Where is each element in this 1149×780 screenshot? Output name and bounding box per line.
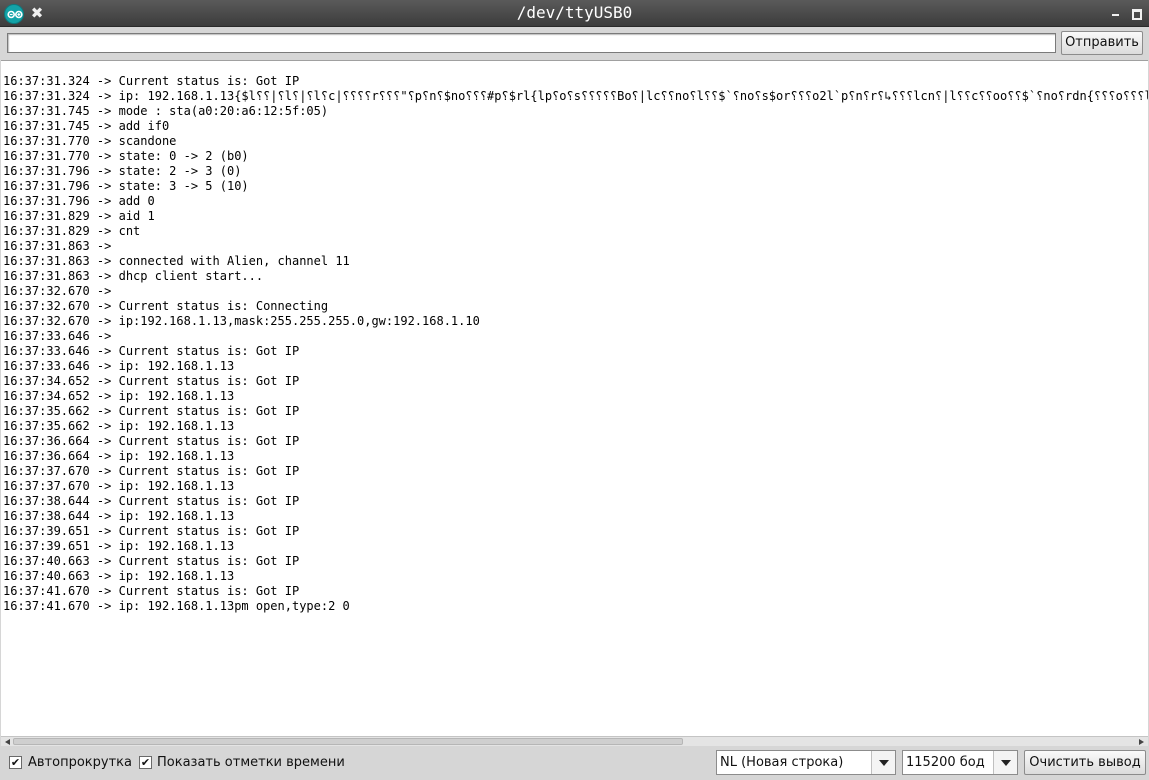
log-line: 16:37:37.670 -> ip: 192.168.1.13 xyxy=(3,479,235,493)
scroll-right-icon[interactable] xyxy=(1136,737,1146,746)
close-icon[interactable]: ✖ xyxy=(29,3,45,23)
log-line: 16:37:31.863 -> dhcp client start... xyxy=(3,269,264,283)
baud-rate-value: 115200 бод xyxy=(906,755,985,770)
log-line: 16:37:39.651 -> Current status is: Got I… xyxy=(3,524,300,538)
log-line: 16:37:31.863 -> connected with Alien, ch… xyxy=(3,254,350,268)
log-line: 16:37:31.324 -> Current status is: Got I… xyxy=(3,74,300,88)
log-line: 16:37:37.670 -> Current status is: Got I… xyxy=(3,464,300,478)
log-line: 16:37:34.652 -> ip: 192.168.1.13 xyxy=(3,389,235,403)
scroll-left-icon[interactable] xyxy=(3,737,13,746)
log-line: 16:37:31.829 -> cnt xyxy=(3,224,141,238)
horizontal-scrollbar[interactable] xyxy=(1,736,1148,746)
autoscroll-checkbox[interactable]: ✔ xyxy=(9,756,22,769)
serial-output[interactable]: 16:37:31.324 -> Current status is: Got I… xyxy=(1,60,1148,736)
log-line: 16:37:40.663 -> Current status is: Got I… xyxy=(3,554,300,568)
maximize-icon[interactable] xyxy=(1130,7,1142,20)
timestamps-label[interactable]: Показать отметки времени xyxy=(157,754,345,771)
line-ending-select[interactable]: NL (Новая строка) xyxy=(716,750,896,775)
log-line: 16:37:32.670 -> ip:192.168.1.13,mask:255… xyxy=(3,314,480,328)
line-ending-value: NL (Новая строка) xyxy=(720,755,844,770)
timestamps-checkbox[interactable]: ✔ xyxy=(139,756,152,769)
title-bar: ✖ /dev/ttyUSB0 xyxy=(0,0,1149,27)
log-line: 16:37:36.664 -> ip: 192.168.1.13 xyxy=(3,449,235,463)
bottom-toolbar: ✔ Автопрокрутка ✔ Показать отметки време… xyxy=(0,747,1149,780)
log-line: 16:37:38.644 -> Current status is: Got I… xyxy=(3,494,300,508)
send-button[interactable]: Отправить xyxy=(1061,31,1143,55)
log-line: 16:37:31.829 -> aid 1 xyxy=(3,209,155,223)
log-line: 16:37:31.745 -> add if0 xyxy=(3,119,170,133)
log-line: 16:37:39.651 -> ip: 192.168.1.13 xyxy=(3,539,235,553)
log-line: 16:37:31.324 -> ip: 192.168.1.13{$l⸮⸮|⸮l… xyxy=(3,89,1148,103)
serial-log: 16:37:31.324 -> Current status is: Got I… xyxy=(3,74,1148,614)
log-line: 16:37:32.670 -> Current status is: Conne… xyxy=(3,299,329,313)
send-input[interactable] xyxy=(7,33,1056,53)
log-line: 16:37:31.796 -> state: 2 -> 3 (0) xyxy=(3,164,242,178)
log-line: 16:37:31.796 -> add 0 xyxy=(3,194,155,208)
baud-rate-select[interactable]: 115200 бод xyxy=(902,750,1018,775)
log-line: 16:37:31.863 -> xyxy=(3,239,119,253)
log-line: 16:37:35.662 -> ip: 192.168.1.13 xyxy=(3,419,235,433)
chevron-down-icon[interactable] xyxy=(993,751,1017,774)
log-line: 16:37:33.646 -> xyxy=(3,329,119,343)
log-line: 16:37:31.770 -> scandone xyxy=(3,134,177,148)
log-line: 16:37:32.670 -> xyxy=(3,284,119,298)
log-line: 16:37:34.652 -> Current status is: Got I… xyxy=(3,374,300,388)
log-line: 16:37:31.770 -> state: 0 -> 2 (b0) xyxy=(3,149,249,163)
log-line: 16:37:38.644 -> ip: 192.168.1.13 xyxy=(3,509,235,523)
log-line: 16:37:31.745 -> mode : sta(a0:20:a6:12:5… xyxy=(3,104,329,118)
autoscroll-label[interactable]: Автопрокрутка xyxy=(28,754,132,771)
log-line: 16:37:40.663 -> ip: 192.168.1.13 xyxy=(3,569,235,583)
log-line: 16:37:33.646 -> ip: 192.168.1.13 xyxy=(3,359,235,373)
arduino-logo-icon[interactable] xyxy=(4,4,24,24)
clear-output-button[interactable]: Очистить вывод xyxy=(1024,750,1146,775)
log-line: 16:37:41.670 -> ip: 192.168.1.13pm open,… xyxy=(3,599,350,613)
log-line: 16:37:41.670 -> Current status is: Got I… xyxy=(3,584,300,598)
chevron-down-icon[interactable] xyxy=(871,751,895,774)
log-line: 16:37:36.664 -> Current status is: Got I… xyxy=(3,434,300,448)
log-line: 16:37:31.796 -> state: 3 -> 5 (10) xyxy=(3,179,249,193)
minimize-icon[interactable] xyxy=(1110,7,1122,19)
log-line: 16:37:35.662 -> Current status is: Got I… xyxy=(3,404,300,418)
log-line: 16:37:33.646 -> Current status is: Got I… xyxy=(3,344,300,358)
window-title: /dev/ttyUSB0 xyxy=(516,3,633,22)
scrollbar-thumb[interactable] xyxy=(13,738,683,745)
